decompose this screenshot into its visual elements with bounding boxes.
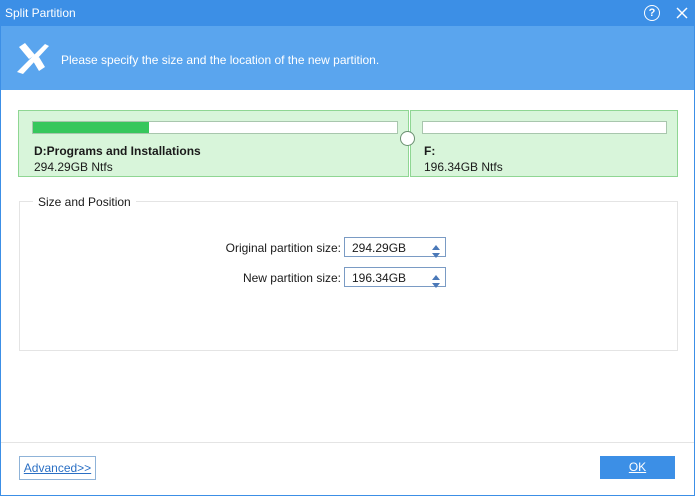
original-size-value[interactable]: 294.29GB	[352, 241, 422, 255]
split-partition-dialog: Split Partition ? Please specify the siz…	[0, 0, 695, 496]
banner-instruction: Please specify the size and the location…	[61, 53, 380, 67]
partition-d[interactable]: D:Programs and Installations 294.29GB Nt…	[18, 110, 409, 177]
partition-name: F:	[424, 144, 436, 158]
partition-name: D:Programs and Installations	[34, 144, 201, 158]
original-size-label: Original partition size:	[225, 241, 341, 255]
original-size-spinbox[interactable]: 294.29GB	[344, 237, 446, 258]
header-banner: Please specify the size and the location…	[1, 26, 694, 90]
advanced-button[interactable]: Advanced>>	[19, 456, 96, 480]
partition-split-logo-icon	[15, 41, 51, 75]
ok-button[interactable]: OK	[600, 456, 675, 479]
title-bar: Split Partition ?	[1, 1, 694, 26]
help-icon[interactable]: ?	[644, 5, 660, 21]
group-title: Size and Position	[33, 195, 136, 209]
footer-divider	[1, 442, 694, 443]
split-handle[interactable]	[400, 131, 415, 146]
spin-down-icon[interactable]	[431, 278, 441, 288]
spin-up-icon[interactable]	[431, 240, 441, 250]
new-size-spinbox[interactable]: 196.34GB	[344, 267, 446, 288]
new-size-label: New partition size:	[242, 271, 341, 285]
usage-bar	[422, 121, 667, 134]
new-size-value[interactable]: 196.34GB	[352, 271, 422, 285]
usage-bar	[32, 121, 398, 134]
spin-up-icon[interactable]	[431, 270, 441, 280]
partition-size: 196.34GB Ntfs	[424, 160, 503, 174]
window-title: Split Partition	[5, 6, 76, 20]
partition-size: 294.29GB Ntfs	[34, 160, 113, 174]
usage-fill	[33, 122, 150, 133]
close-icon[interactable]	[674, 5, 690, 21]
spin-down-icon[interactable]	[431, 248, 441, 258]
partition-f[interactable]: F: 196.34GB Ntfs	[410, 110, 678, 177]
